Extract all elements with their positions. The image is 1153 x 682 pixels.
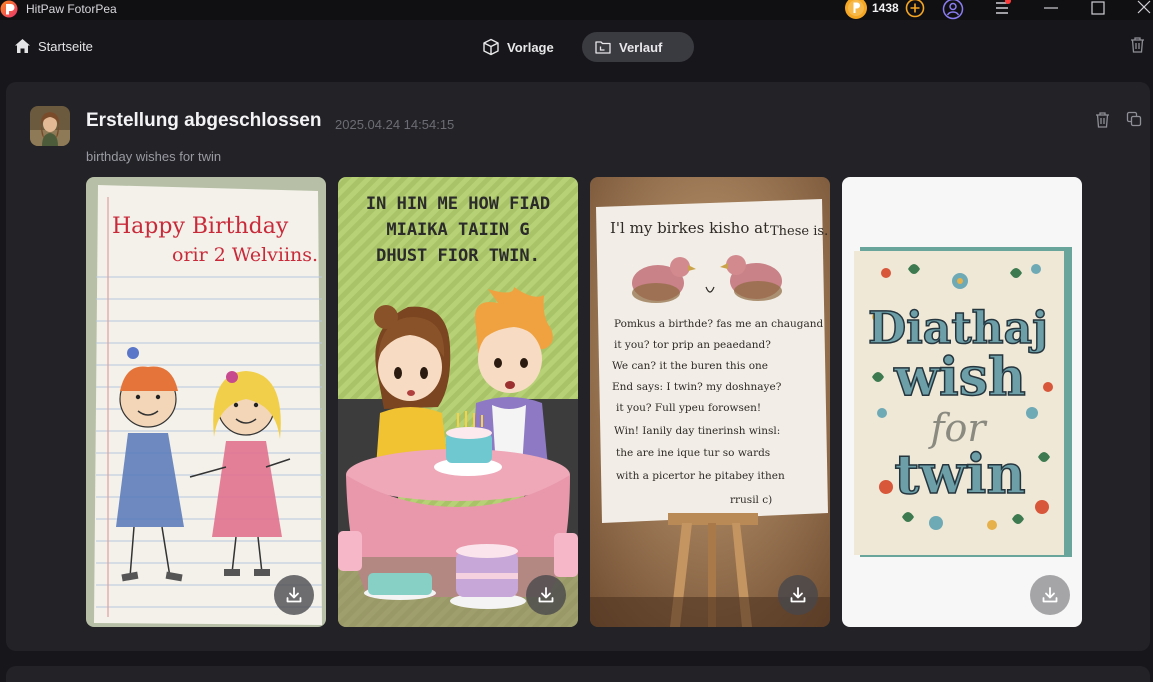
image-3-line-8: Win! Ianily day tinerinsh winsl: xyxy=(614,425,780,437)
download-icon xyxy=(1042,587,1058,603)
maximize-icon[interactable] xyxy=(1087,0,1109,18)
top-navigation: Startseite Vorlage Verlauf xyxy=(0,28,1153,66)
download-button[interactable] xyxy=(778,575,818,615)
floral-typography-image: Diathaj wish for twin xyxy=(842,177,1082,627)
download-button[interactable] xyxy=(1030,575,1070,615)
timestamp: 2025.04.24 14:54:15 xyxy=(335,117,455,132)
result-avatar xyxy=(30,106,70,146)
result-image-1[interactable]: Happy Birthday orir 2 Welviins. xyxy=(86,177,326,627)
delete-trash-icon[interactable] xyxy=(1094,111,1111,129)
app-title: HitPaw FotorPea xyxy=(26,2,117,16)
prompt-text: birthday wishes for twin xyxy=(86,149,222,164)
tab-vorlage[interactable]: Vorlage xyxy=(470,32,568,62)
image-3-line-10: with a picertor he pitabey ithen xyxy=(616,470,785,482)
result-image-3[interactable]: I'l my birkes kisho at These is. Pomkus … xyxy=(590,177,830,627)
history-card: Erstellung abgeschlossen 2025.04.24 14:5… xyxy=(6,82,1150,651)
home-icon xyxy=(15,39,30,53)
result-image-4[interactable]: Diathaj wish for twin xyxy=(842,177,1082,627)
image-3-line-4: it you? tor prip an peaedand? xyxy=(614,339,771,351)
tab-vorlage-label: Vorlage xyxy=(507,39,554,55)
image-3-line-3: Pomkus a birthde? fas me an chaugand xyxy=(614,318,823,330)
download-icon xyxy=(790,587,806,603)
tab-verlauf-label: Verlauf xyxy=(619,39,663,55)
download-button[interactable] xyxy=(526,575,566,615)
clear-history-trash-icon[interactable] xyxy=(1129,36,1146,54)
history-folder-icon xyxy=(595,41,611,54)
add-coins-icon[interactable] xyxy=(905,0,925,18)
image-3-line-6: End says: I twin? my doshnaye? xyxy=(612,381,782,393)
cartoon-kids-cake-image: IN HIN ME HOW FIAD MIAIKA TAIIN G DHUST … xyxy=(338,177,578,627)
user-account-icon[interactable] xyxy=(942,0,964,20)
image-1-line-2: orir 2 Welviins. xyxy=(172,244,318,266)
image-3-line-5: We can? it the buren this one xyxy=(612,360,768,372)
home-link[interactable]: Startseite xyxy=(14,38,93,54)
tab-verlauf[interactable]: Verlauf xyxy=(582,32,694,62)
image-2-line-2: MIAIKA TAIIN G xyxy=(386,220,529,240)
coin-balance[interactable]: 1438 xyxy=(844,0,925,20)
cube-icon xyxy=(483,38,499,56)
image-4-line-4: twin xyxy=(894,442,1025,506)
next-history-card xyxy=(6,666,1150,682)
image-3-line-9: the are ine ique tur so wards xyxy=(616,447,770,459)
app-logo-icon xyxy=(0,0,18,18)
download-button[interactable] xyxy=(274,575,314,615)
copy-icon[interactable] xyxy=(1126,111,1142,127)
close-icon[interactable] xyxy=(1133,0,1153,18)
status-title: Erstellung abgeschlossen xyxy=(86,110,322,131)
image-2-line-1: IN HIN ME HOW FIAD xyxy=(366,194,550,214)
image-3-line-1: I'l my birkes kisho at xyxy=(610,219,769,237)
image-3-line-7: it you? Full ypeu forowsen! xyxy=(616,402,761,414)
stick-figure-twins-image: Happy Birthday orir 2 Welviins. xyxy=(86,177,326,627)
coin-icon xyxy=(845,0,867,19)
image-3-line-2: These is. xyxy=(770,224,828,239)
coin-count: 1438 xyxy=(872,1,899,15)
result-image-2[interactable]: IN HIN ME HOW FIAD MIAIKA TAIIN G DHUST … xyxy=(338,177,578,627)
image-1-line-1: Happy Birthday xyxy=(112,214,289,239)
download-icon xyxy=(538,587,554,603)
title-bar: HitPaw FotorPea 1438 xyxy=(0,0,1153,20)
image-4-line-2: wish xyxy=(893,347,1026,408)
image-3-line-11: rrusil c) xyxy=(730,494,772,506)
minimize-icon[interactable] xyxy=(1040,0,1062,18)
home-label: Startseite xyxy=(38,38,93,54)
download-icon xyxy=(286,587,302,603)
easel-handwritten-image: I'l my birkes kisho at These is. Pomkus … xyxy=(590,177,830,627)
image-2-line-3: DHUST FIOR TWIN. xyxy=(376,246,540,266)
